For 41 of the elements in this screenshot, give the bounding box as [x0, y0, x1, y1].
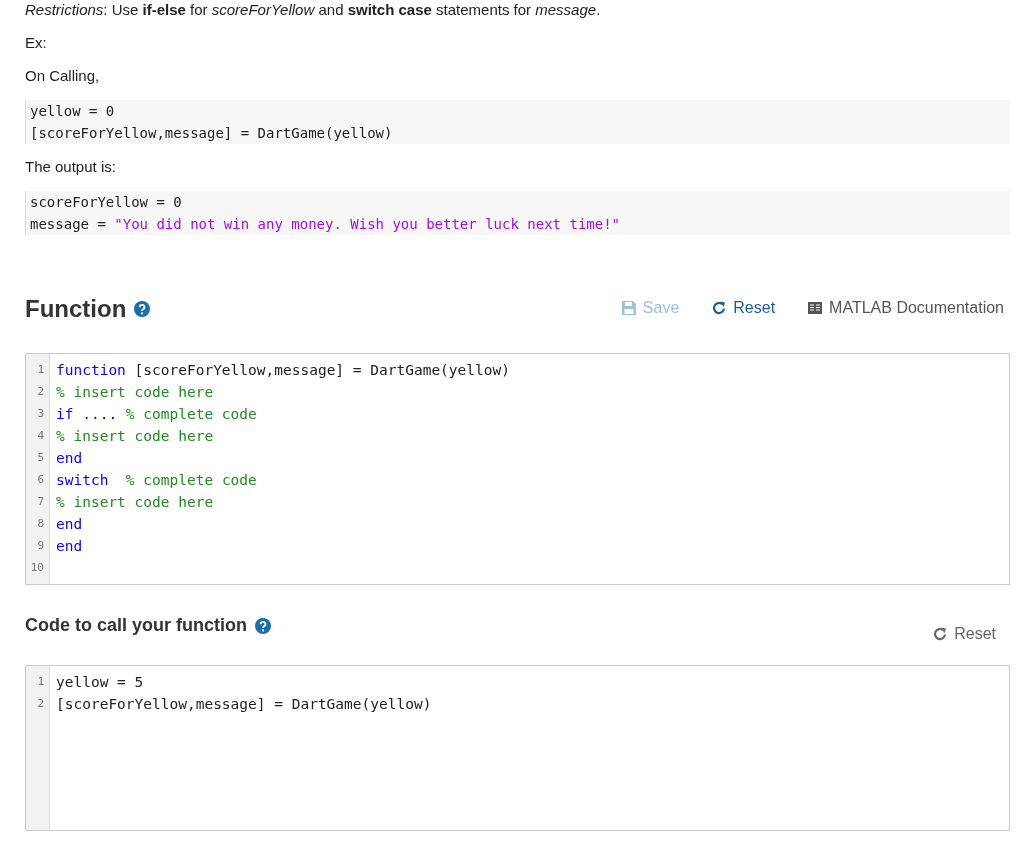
book-icon — [807, 300, 824, 316]
line-number: 3 — [36, 406, 45, 422]
line-number: 2 — [36, 696, 45, 712]
paragraph: The output is: — [25, 158, 117, 176]
help-icon[interactable] — [134, 301, 151, 317]
toolbar-button[interactable]: Reset — [932, 625, 996, 643]
code-line: switch % complete code — [56, 472, 257, 488]
paragraph: Ex: — [25, 34, 48, 52]
paragraph: On Calling, — [25, 67, 101, 85]
line-number: 9 — [36, 538, 45, 554]
code-line: function [scoreForYellow,message] = DartGame(yellow) — [56, 362, 510, 378]
line-number: 8 — [36, 516, 45, 532]
help-icon[interactable] — [255, 617, 271, 634]
code-line: % insert code here — [56, 428, 214, 444]
toolbar-button[interactable]: Reset — [711, 299, 776, 317]
section-title: Code to call your function — [25, 615, 247, 636]
reset-icon — [932, 626, 949, 642]
code-line: yellow = 5 — [56, 674, 144, 690]
section-title: Function — [25, 295, 127, 323]
code-line: end — [56, 516, 83, 532]
code-line: % insert code here — [56, 384, 214, 400]
code-editor[interactable]: 1 2 yellow = 5 [scoreForYellow,message] = DartGame(yellow) — [25, 665, 1010, 831]
line-number: 7 — [36, 494, 45, 510]
code-block: scoreForYellow = 0 message = "You did not win any money. Wish you better luck next time!" — [25, 191, 1010, 235]
paragraph: Restrictions: Use if-else for scoreForYellow and switch case statements for message. — [25, 1, 602, 19]
line-number: 2 — [36, 384, 45, 400]
line-number: 4 — [36, 428, 45, 444]
line-number: 6 — [36, 472, 45, 488]
code-line: end — [56, 538, 83, 554]
reset-icon — [711, 300, 728, 316]
code-line: end — [56, 450, 83, 466]
code-line: [scoreForYellow,message] = DartGame(yellow) — [56, 696, 432, 712]
toolbar-button[interactable]: MATLAB Documentation — [807, 299, 1004, 317]
code-line: % insert code here — [56, 494, 214, 510]
line-number: 5 — [36, 450, 45, 466]
line-number: 10 — [29, 560, 45, 576]
code-editor[interactable]: 1 2 3 4 5 6 7 8 9 10 function [scoreForYellow,message] = DartGame(yellow) % insert code here if .... % complete code % insert code here end switch % complete code % insert code here end end — [25, 353, 1010, 585]
code-block: yellow = 0 [scoreForYellow,message] = DartGame(yellow) — [25, 100, 1010, 144]
code-line: if .... % complete code — [56, 406, 257, 422]
line-number: 1 — [36, 362, 45, 378]
line-number: 1 — [36, 674, 45, 690]
